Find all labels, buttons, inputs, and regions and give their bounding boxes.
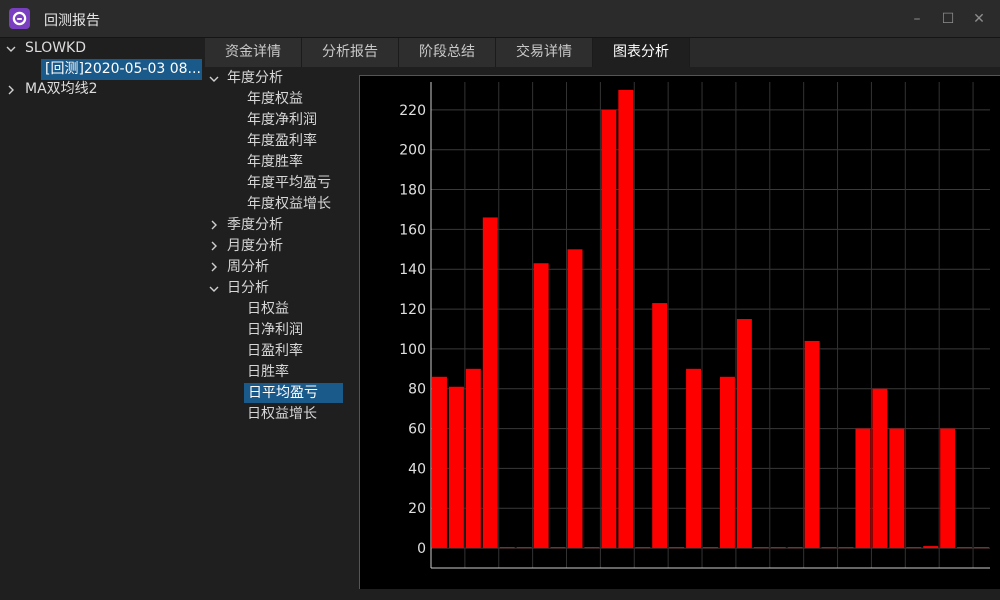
tab-trade-details[interactable]: 交易详情 bbox=[496, 38, 593, 67]
group-label: 日分析 bbox=[227, 280, 269, 296]
chart-bar bbox=[940, 428, 956, 549]
chart-bar bbox=[550, 547, 566, 549]
close-button[interactable]: ✕ bbox=[968, 8, 990, 30]
tree-item-backtest[interactable]: [回测]2020-05-03 08.... bbox=[41, 59, 202, 80]
item-yearly-win-rate[interactable]: 年度胜率 bbox=[247, 152, 303, 172]
item-yearly-equity[interactable]: 年度权益 bbox=[247, 89, 303, 109]
tab-analysis-report[interactable]: 分析报告 bbox=[302, 38, 399, 67]
chart-bar bbox=[753, 547, 769, 549]
chart-bar bbox=[669, 547, 685, 549]
chart-bar bbox=[923, 546, 939, 549]
tab-bar: 资金详情 分析报告 阶段总结 交易详情 图表分析 bbox=[205, 38, 1000, 67]
chart-bar bbox=[432, 376, 447, 549]
bar-chart: 0 20 40 60 80 100 120 140 160 180 200 220 bbox=[399, 82, 990, 569]
tab-chart-analysis[interactable]: 图表分析 bbox=[593, 38, 690, 67]
chart-panel: 0 20 40 60 80 100 120 140 160 180 200 220 bbox=[359, 75, 1000, 589]
chevron-down-icon bbox=[209, 76, 219, 82]
item-daily-win-rate[interactable]: 日胜率 bbox=[247, 362, 289, 382]
group-label: 季度分析 bbox=[227, 217, 283, 233]
chart-bar bbox=[465, 368, 481, 549]
chart-bar bbox=[499, 547, 515, 549]
chevron-right-icon bbox=[211, 241, 217, 251]
chart-bar bbox=[567, 249, 583, 549]
chart-bar bbox=[889, 428, 905, 549]
tab-label: 交易详情 bbox=[516, 44, 572, 60]
item-daily-avg-pnl[interactable]: 日平均盈亏 bbox=[244, 383, 343, 403]
tree-node-label: MA双均线2 bbox=[25, 81, 98, 97]
y-tick-label: 180 bbox=[399, 183, 426, 199]
y-tick-label: 160 bbox=[399, 222, 426, 238]
chart-bar bbox=[719, 376, 735, 549]
chart-bar bbox=[957, 547, 973, 549]
window-title: 回测报告 bbox=[44, 13, 100, 29]
y-tick-label: 140 bbox=[399, 262, 426, 278]
chart-bar bbox=[906, 547, 922, 549]
chart-bar bbox=[482, 217, 498, 549]
maximize-icon: ☐ bbox=[941, 11, 955, 27]
analysis-tree: 年度分析 年度权益 年度净利润 年度盈利率 年度胜率 年度平均盈亏 年度权益增长… bbox=[205, 67, 355, 600]
tab-label: 图表分析 bbox=[613, 44, 669, 60]
chart-bar bbox=[770, 547, 786, 549]
y-tick-label: 20 bbox=[408, 501, 426, 517]
strategy-tree: SLOWKD [回测]2020-05-03 08.... MA双均线2 bbox=[0, 38, 205, 600]
chart-bar bbox=[618, 89, 634, 549]
tree-node-label: SLOWKD bbox=[25, 40, 87, 56]
chart-bar bbox=[635, 547, 651, 549]
chart-bar bbox=[872, 388, 888, 549]
item-daily-net-profit[interactable]: 日净利润 bbox=[247, 320, 303, 340]
y-tick-label: 0 bbox=[417, 541, 426, 557]
y-tick-label: 200 bbox=[399, 143, 426, 159]
chevron-right-icon bbox=[211, 220, 217, 230]
item-yearly-avg-pnl[interactable]: 年度平均盈亏 bbox=[247, 173, 331, 193]
chevron-right-icon bbox=[8, 85, 14, 95]
y-tick-label: 220 bbox=[399, 103, 426, 119]
tab-label: 分析报告 bbox=[322, 44, 378, 60]
item-yearly-profit-rate[interactable]: 年度盈利率 bbox=[247, 131, 317, 151]
chart-bar bbox=[584, 547, 600, 549]
chart-bar bbox=[516, 547, 532, 549]
group-label: 年度分析 bbox=[227, 70, 283, 86]
tab-label: 阶段总结 bbox=[419, 44, 475, 60]
tab-label: 资金详情 bbox=[225, 44, 281, 60]
chevron-down-icon bbox=[209, 286, 219, 292]
chart-bar bbox=[838, 547, 854, 549]
minimize-icon: – bbox=[913, 11, 921, 27]
item-daily-equity-growth[interactable]: 日权益增长 bbox=[247, 404, 317, 424]
chart-bar bbox=[804, 340, 820, 549]
chevron-right-icon bbox=[211, 262, 217, 272]
chart-bar bbox=[787, 547, 803, 549]
app-logo-icon bbox=[9, 8, 30, 29]
y-tick-label: 80 bbox=[408, 382, 426, 398]
chart-bar bbox=[686, 368, 702, 549]
y-tick-label: 100 bbox=[399, 342, 426, 358]
chevron-down-icon bbox=[6, 46, 16, 52]
y-tick-label: 120 bbox=[399, 302, 426, 318]
item-daily-equity[interactable]: 日权益 bbox=[247, 299, 289, 319]
tab-stage-summary[interactable]: 阶段总结 bbox=[399, 38, 496, 67]
chart-bar bbox=[703, 547, 718, 549]
chart-bar bbox=[974, 547, 989, 549]
title-bar: 回测报告 – ☐ ✕ bbox=[0, 0, 1000, 38]
chart-bar bbox=[652, 303, 668, 549]
tab-fund-details[interactable]: 资金详情 bbox=[205, 38, 302, 67]
item-yearly-equity-growth[interactable]: 年度权益增长 bbox=[247, 194, 331, 214]
chart-bar bbox=[448, 386, 464, 549]
item-daily-profit-rate[interactable]: 日盈利率 bbox=[247, 341, 303, 361]
chart-bar bbox=[533, 263, 549, 549]
group-label: 月度分析 bbox=[227, 238, 283, 254]
item-yearly-net-profit[interactable]: 年度净利润 bbox=[247, 110, 317, 130]
close-icon: ✕ bbox=[973, 11, 985, 27]
group-label: 周分析 bbox=[227, 259, 269, 275]
maximize-button[interactable]: ☐ bbox=[937, 8, 959, 30]
y-tick-label: 60 bbox=[408, 422, 426, 438]
chart-bar bbox=[601, 109, 617, 549]
chart-bar bbox=[821, 547, 837, 549]
chart-bar bbox=[736, 319, 752, 549]
minimize-button[interactable]: – bbox=[906, 8, 928, 30]
tree-item-label: [回测]2020-05-03 08.... bbox=[45, 61, 202, 77]
chart-bar bbox=[855, 428, 871, 549]
y-tick-label: 40 bbox=[408, 461, 426, 477]
